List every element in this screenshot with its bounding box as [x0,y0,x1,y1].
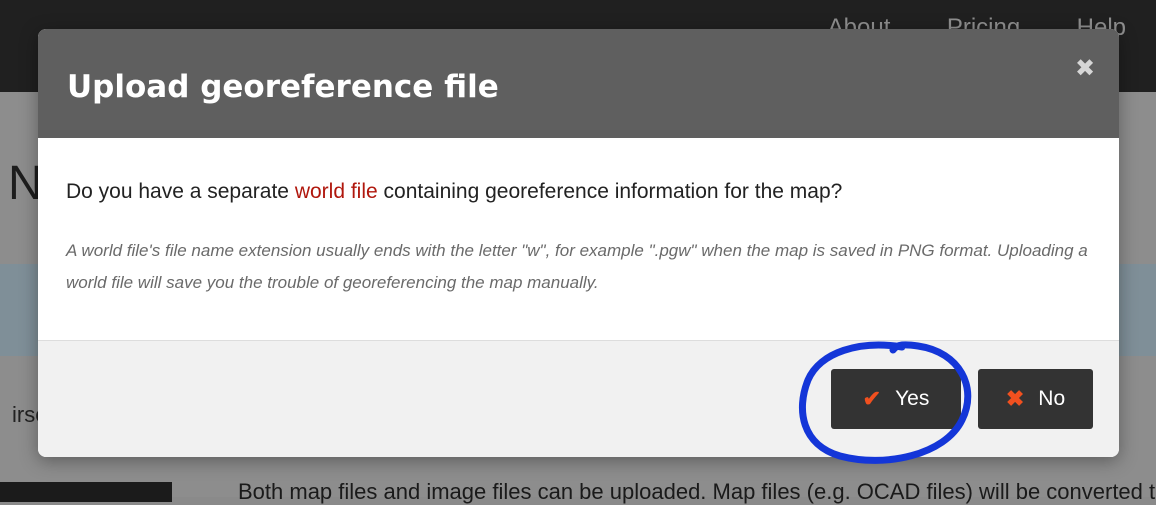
yes-button-label: Yes [895,387,930,410]
question-text-end: containing georeference information for … [377,180,843,203]
close-icon[interactable]: ✖ [1075,57,1095,81]
yes-button[interactable]: ✔ Yes [831,369,961,429]
dialog-question: Do you have a separate world file contai… [66,180,842,204]
dialog-body: Do you have a separate world file contai… [38,138,1119,340]
dialog-footer: ✔ Yes ✖ No [38,340,1119,457]
no-button[interactable]: ✖ No [978,369,1093,429]
dialog-header: Upload georeference file ✖ [38,29,1119,138]
background-description: Both map files and image files can be up… [238,479,1156,504]
dialog-note: A world file's file name extension usual… [66,241,1088,292]
upload-georeference-dialog: Upload georeference file ✖ Do you have a… [38,29,1119,457]
question-text-start: Do you have a separate [66,180,295,203]
dialog-title: Upload georeference file [67,69,499,105]
background-dark-button [0,482,172,502]
no-button-label: No [1038,387,1066,410]
check-icon: ✔ [862,386,882,411]
world-file-link[interactable]: world file [295,180,378,203]
x-icon: ✖ [1005,386,1025,411]
